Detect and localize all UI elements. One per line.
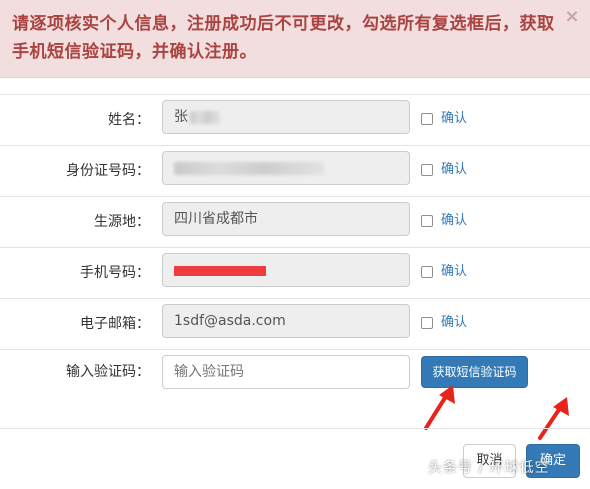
form-row-phone: 手机号码： 确认 [0, 247, 590, 298]
confirm-id-number-label[interactable]: 确认 [441, 160, 467, 180]
cancel-button[interactable]: 取消 [463, 444, 516, 478]
ok-button[interactable]: 确定 [526, 444, 580, 478]
footer-divider [0, 428, 590, 429]
form-row-email: 电子邮箱： 1sdf@asda.com 确认 [0, 298, 590, 349]
alert-banner: 请逐项核实个人信息，注册成功后不可更改，勾选所有复选框后，获取手机短信验证码，并… [0, 0, 590, 78]
confirm-email-label[interactable]: 确认 [441, 313, 467, 333]
confirm-email-checkbox[interactable] [421, 317, 433, 329]
alert-message: 请逐项核实个人信息，注册成功后不可更改，勾选所有复选框后，获取手机短信验证码，并… [12, 14, 555, 62]
phone-label: 手机号码： [80, 265, 150, 281]
confirm-phone-label[interactable]: 确认 [441, 262, 467, 282]
form-row-origin: 生源地： 四川省成都市 确认 [0, 196, 590, 247]
close-icon[interactable]: × [564, 8, 580, 26]
id-number-label: 身份证号码： [66, 163, 150, 179]
code-label: 输入验证码： [66, 364, 150, 380]
confirm-origin-label[interactable]: 确认 [441, 211, 467, 231]
origin-label: 生源地： [94, 214, 150, 230]
confirm-phone-checkbox[interactable] [421, 266, 433, 278]
name-field: 张 [162, 100, 410, 134]
redacted-name [190, 110, 220, 124]
email-field: 1sdf@asda.com [162, 304, 410, 338]
name-label: 姓名： [108, 112, 150, 128]
phone-field [162, 253, 410, 287]
email-label: 电子邮箱： [80, 316, 150, 332]
form-row-name: 姓名： 张 确认 [0, 94, 590, 145]
name-value: 张 [174, 109, 188, 125]
redacted-id-number [174, 161, 324, 175]
confirm-origin-checkbox[interactable] [421, 215, 433, 227]
confirm-id-number-checkbox[interactable] [421, 164, 433, 176]
id-number-field [162, 151, 410, 185]
form-row-id-number: 身份证号码： 确认 [0, 145, 590, 196]
annotation-arrow-sms [424, 385, 455, 430]
confirm-name-label[interactable]: 确认 [441, 109, 467, 129]
origin-value: 四川省成都市 [174, 211, 258, 227]
annotation-arrow-ok [538, 397, 569, 440]
code-input[interactable] [162, 355, 410, 389]
origin-field: 四川省成都市 [162, 202, 410, 236]
confirm-name-checkbox[interactable] [421, 113, 433, 125]
form-row-code: 输入验证码： 获取短信验证码 [0, 349, 590, 405]
redacted-phone [174, 266, 266, 276]
email-value: 1sdf@asda.com [174, 313, 286, 329]
